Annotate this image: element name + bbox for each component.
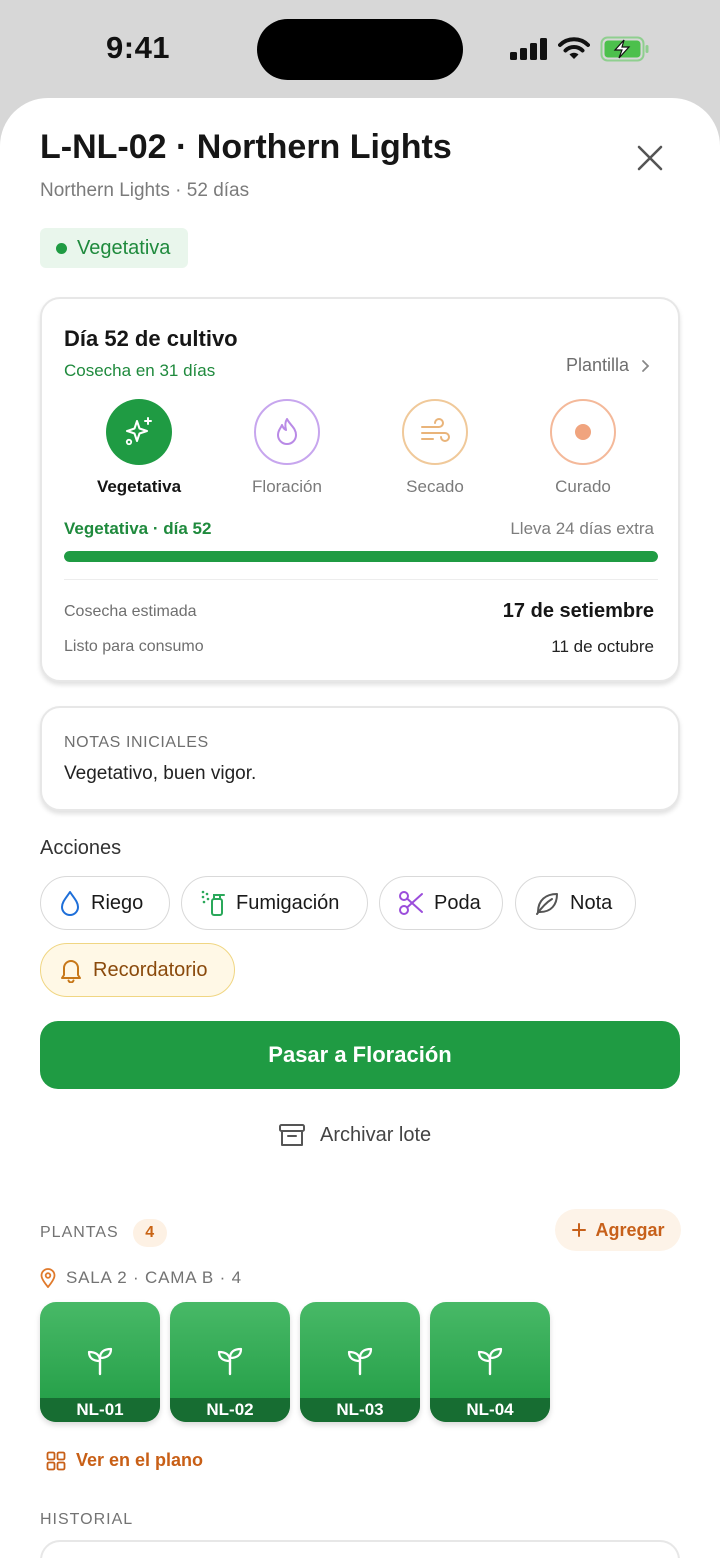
watering-button[interactable]: Riego — [40, 876, 170, 930]
phase-status-label: Vegetativa — [77, 236, 171, 259]
harvest-countdown: Cosecha en 31 días — [64, 361, 216, 380]
view-on-plan-label: Ver en el plano — [76, 1450, 204, 1470]
cycle-day-title: Día 52 de cultivo — [64, 326, 238, 351]
plant-tile[interactable]: NL-03 — [300, 1302, 420, 1422]
dot-icon — [575, 424, 591, 440]
stage-label: Vegetativa — [96, 477, 182, 496]
initial-notes-card: NOTAS INICIALES Vegetativo, buen vigor. — [40, 706, 680, 811]
batch-subtitle: Northern Lights · 52 días — [40, 180, 250, 201]
bell-icon — [61, 960, 81, 983]
status-time: 9:41 — [106, 30, 171, 65]
stage-secado[interactable]: Secado — [375, 399, 495, 497]
plant-tile[interactable]: NL-04 — [430, 1302, 550, 1422]
status-icons — [510, 33, 650, 65]
chevron-right-icon — [642, 359, 650, 372]
history-card — [40, 1540, 680, 1558]
pruning-label: Poda — [434, 891, 481, 914]
stage-progress-bar — [64, 551, 658, 562]
plants-count-badge: 4 — [132, 1219, 167, 1247]
stage-label: Curado — [555, 477, 611, 496]
watering-label: Riego — [91, 891, 144, 914]
stage-progress-fill — [64, 551, 658, 562]
reminder-label: Recordatorio — [93, 958, 208, 981]
close-icon — [637, 145, 663, 171]
archive-label: Archivar lote — [320, 1123, 432, 1146]
stage-floracion[interactable]: Floración — [227, 399, 347, 497]
map-pin-icon — [40, 1268, 56, 1288]
divider — [64, 579, 658, 580]
plant-tile[interactable]: NL-01 — [40, 1302, 160, 1422]
cellular-signal-icon — [510, 38, 547, 60]
close-button[interactable] — [630, 138, 670, 178]
sparkles-icon — [125, 417, 152, 446]
flame-icon — [277, 418, 297, 445]
fumigation-label: Fumigación — [236, 891, 340, 914]
note-button[interactable]: Nota — [515, 876, 636, 930]
template-link[interactable]: Plantilla — [566, 355, 650, 376]
leaf-icon — [536, 893, 558, 915]
plant-tile[interactable]: NL-02 — [170, 1302, 290, 1422]
sprout-icon — [477, 1347, 503, 1376]
plant-location: SALA 2 · CAMA B · 4 — [40, 1268, 242, 1288]
scissors-icon — [399, 891, 423, 915]
plants-heading-label: PLANTAS — [40, 1224, 119, 1241]
plant-name: NL-02 — [170, 1398, 290, 1422]
estimated-harvest-date: 17 de setiembre — [502, 600, 654, 622]
phase-status-badge: Vegetativa — [40, 228, 189, 268]
plus-icon — [572, 1223, 587, 1237]
stage-label: Secado — [406, 477, 464, 496]
stage-circle — [254, 399, 320, 465]
wind-icon — [421, 418, 450, 442]
droplet-icon — [61, 891, 79, 916]
note-label: Nota — [570, 891, 613, 914]
pruning-button[interactable]: Poda — [379, 876, 503, 930]
progress-label: Vegetativa · día 52 — [64, 519, 212, 538]
advance-to-flowering-button[interactable]: Pasar a Floración — [40, 1021, 680, 1089]
sprout-icon — [347, 1347, 373, 1376]
stage-curado[interactable]: Curado — [523, 399, 643, 497]
notes-heading: NOTAS INICIALES — [64, 734, 209, 751]
plants-heading: PLANTAS 4 — [40, 1219, 167, 1247]
plant-name: NL-03 — [300, 1398, 420, 1422]
plant-location-label: SALA 2 · CAMA B · 4 — [66, 1268, 242, 1287]
status-bar: 9:41 — [0, 0, 720, 100]
archive-batch-button[interactable]: Archivar lote — [278, 1122, 431, 1148]
battery-charging-icon — [600, 36, 649, 62]
ready-date: 11 de octubre — [551, 637, 654, 656]
actions-heading: Acciones — [40, 837, 122, 859]
archive-box-icon — [279, 1124, 305, 1146]
add-plant-label: Agregar — [595, 1219, 665, 1240]
stage-circle — [106, 399, 172, 465]
notes-text: Vegetativo, buen vigor. — [64, 763, 257, 784]
history-heading: HISTORIAL — [40, 1511, 134, 1528]
view-on-plan-link[interactable]: Ver en el plano — [46, 1450, 203, 1471]
batch-title: L-NL-02 · Northern Lights — [40, 128, 452, 166]
sprout-icon — [87, 1347, 113, 1376]
add-plant-button[interactable]: Agregar — [555, 1209, 681, 1251]
estimated-harvest-label: Cosecha estimada — [64, 603, 197, 620]
plant-name: NL-04 — [430, 1398, 550, 1422]
template-link-label: Plantilla — [565, 355, 629, 375]
spray-icon — [201, 890, 225, 916]
sprout-icon — [217, 1347, 243, 1376]
grid-icon — [46, 1451, 66, 1470]
plant-name: NL-01 — [40, 1398, 160, 1422]
stage-circle — [402, 399, 468, 465]
reminder-button[interactable]: Recordatorio — [40, 943, 235, 997]
wifi-icon — [558, 37, 590, 59]
cycle-card: Día 52 de cultivo Cosecha en 31 días Pla… — [40, 297, 680, 682]
stage-vegetativa[interactable]: Vegetativa — [79, 399, 199, 497]
stage-circle — [550, 399, 616, 465]
ready-label: Listo para consumo — [64, 638, 204, 655]
stage-label: Floración — [252, 477, 322, 496]
fumigation-button[interactable]: Fumigación — [181, 876, 368, 930]
batch-detail-sheet: L-NL-02 · Northern Lights Northern Light… — [0, 98, 720, 1558]
status-dot-icon — [56, 242, 67, 254]
progress-extra-days: Lleva 24 días extra — [510, 519, 654, 538]
dynamic-island — [257, 19, 463, 80]
